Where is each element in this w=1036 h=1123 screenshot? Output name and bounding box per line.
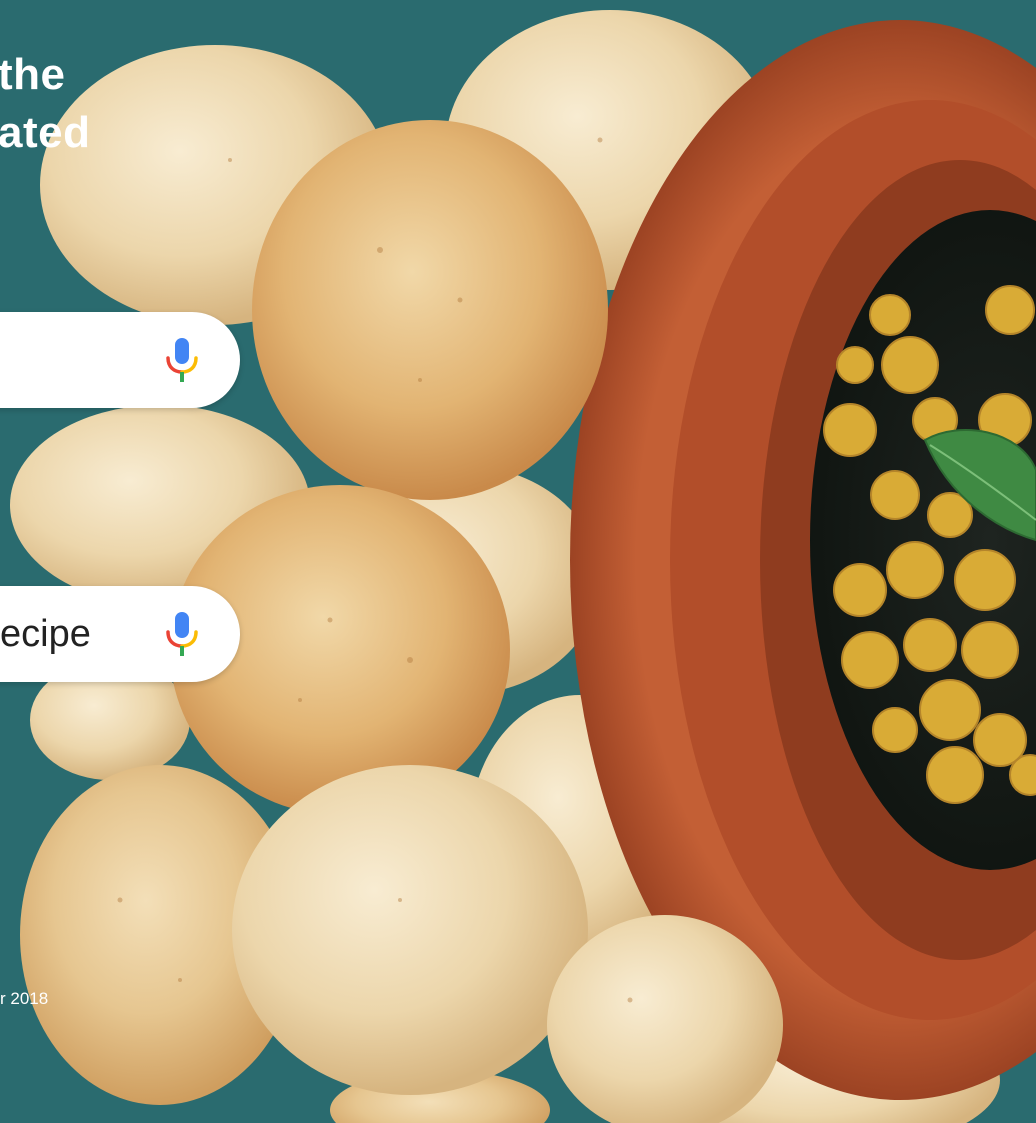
food-photo (0, 0, 1036, 1123)
search-box-2-text: ecipe (0, 613, 91, 655)
footer-note: r 2018 (0, 989, 49, 1008)
headline-line-2: ated (0, 108, 91, 157)
search-box-2[interactable]: ecipe (0, 586, 240, 682)
mic-icon[interactable] (162, 336, 202, 384)
headline: the ated (0, 46, 90, 162)
search-box-1[interactable] (0, 312, 240, 408)
mic-icon[interactable] (162, 610, 202, 658)
headline-line-1: the (0, 50, 66, 99)
ad-canvas: the ated ecipe r 2018 (0, 0, 1036, 1123)
